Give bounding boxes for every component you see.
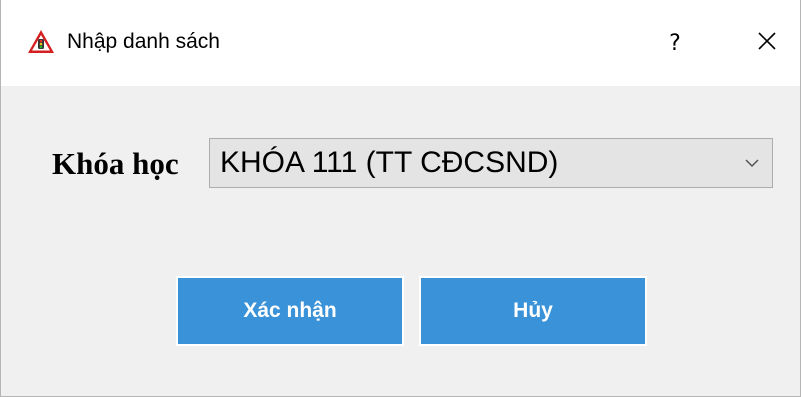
cancel-button-label: Hủy	[513, 299, 553, 322]
course-label: Khóa học	[52, 146, 179, 181]
help-button-label: ?	[669, 30, 681, 56]
course-select[interactable]: KHÓA 111 (TT CĐCSND)	[209, 138, 773, 188]
window-title: Nhập danh sách	[67, 30, 220, 53]
confirm-button[interactable]: Xác nhận	[178, 278, 402, 344]
close-icon	[757, 31, 777, 56]
chevron-down-icon	[744, 156, 760, 170]
help-button[interactable]: ?	[649, 22, 701, 64]
course-select-value: KHÓA 111 (TT CĐCSND)	[220, 146, 559, 179]
warning-triangle-icon	[27, 28, 55, 56]
confirm-button-label: Xác nhận	[243, 299, 337, 322]
dialog-window: Nhập danh sách ? Khóa học KHÓA 111 (TT C…	[0, 0, 801, 397]
close-button[interactable]	[741, 22, 793, 64]
cancel-button[interactable]: Hủy	[421, 278, 645, 344]
title-bar: Nhập danh sách ?	[1, 0, 800, 86]
